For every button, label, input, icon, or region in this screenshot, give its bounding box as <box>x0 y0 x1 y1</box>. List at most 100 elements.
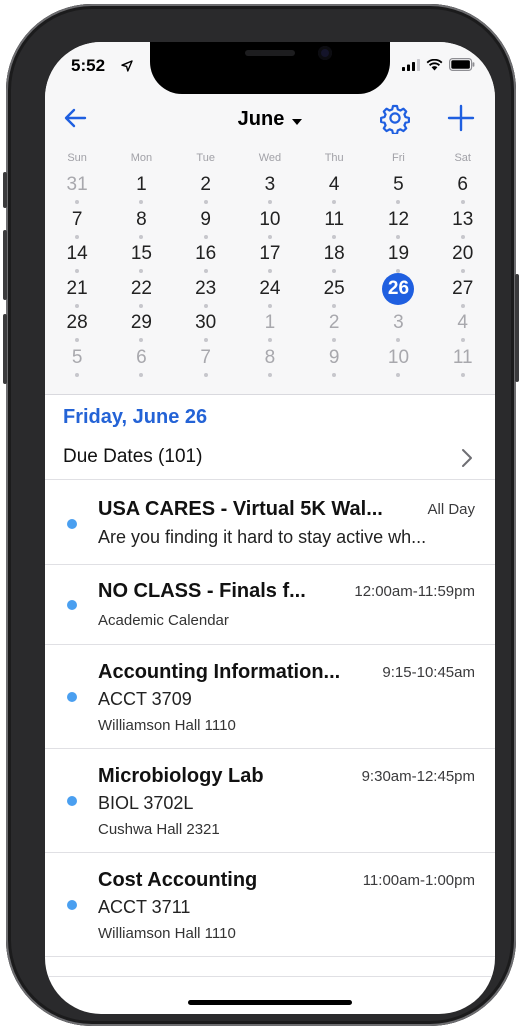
calendar-day[interactable]: 17 <box>238 238 302 274</box>
calendar-day-number: 7 <box>71 208 83 230</box>
event-list: USA CARES - Virtual 5K Wal... All Day Ar… <box>45 480 495 977</box>
weekday-label: Fri <box>392 152 405 164</box>
home-indicator[interactable] <box>188 1000 352 1005</box>
calendar-week-row: 28 29 30 1 2 3 4 <box>45 307 495 343</box>
calendar-day-number: 20 <box>452 243 474 265</box>
calendar-day[interactable]: 13 <box>431 204 495 239</box>
calendar-day[interactable]: 23 <box>174 273 238 308</box>
calendar-day[interactable]: 28 <box>45 307 109 343</box>
calendar-day[interactable]: 5 <box>366 169 430 204</box>
calendar-day[interactable]: 10 <box>366 342 430 377</box>
calendar-day[interactable]: 14 <box>45 238 109 274</box>
event-subtitle: BIOL 3702L <box>98 793 194 813</box>
event-title: Accounting Information... <box>98 661 341 683</box>
event-subtitle: Are you finding it hard to stay active w… <box>98 527 427 547</box>
calendar-day[interactable]: 3 <box>238 169 302 204</box>
calendar-day[interactable]: 20 <box>431 238 495 274</box>
event-subtitle: ACCT 3711 <box>98 897 191 917</box>
calendar-day[interactable]: 24 <box>238 273 302 308</box>
calendar-day[interactable]: 11 <box>302 204 366 239</box>
calendar-day[interactable]: 8 <box>238 342 302 377</box>
event-dot <box>67 692 77 702</box>
calendar-day[interactable]: 2 <box>302 307 366 343</box>
due-dates-row[interactable]: Due Dates (101) <box>45 434 495 480</box>
calendar-day-number: 8 <box>136 208 147 230</box>
calendar-day[interactable]: 9 <box>174 204 238 239</box>
event-item[interactable]: Accounting Information... 9:15-10:45am A… <box>45 645 495 749</box>
calendar-day[interactable]: 29 <box>109 307 173 343</box>
caret-down-icon <box>292 108 303 131</box>
calendar-day-number: 18 <box>323 243 345 265</box>
calendar-day[interactable]: 21 <box>45 273 109 308</box>
calendar-day[interactable]: 3 <box>366 307 430 343</box>
event-item-partial[interactable] <box>45 957 495 977</box>
calendar-day-number: 26 <box>382 272 415 305</box>
event-indicator-dot <box>139 373 144 377</box>
calendar-day[interactable]: 1 <box>238 307 302 343</box>
calendar-day[interactable]: 7 <box>174 342 238 377</box>
calendar-day-number: 5 <box>71 347 83 368</box>
calendar-day[interactable]: 10 <box>238 204 302 239</box>
calendar-day-number: 1 <box>136 174 147 195</box>
calendar-day[interactable]: 22 <box>109 273 173 308</box>
calendar-day-number: 9 <box>328 347 340 368</box>
calendar-day-number: 13 <box>452 208 474 230</box>
calendar-day[interactable]: 12 <box>366 204 430 239</box>
event-item[interactable]: Microbiology Lab 9:30am-12:45pm BIOL 370… <box>45 749 495 853</box>
calendar-day-number: 3 <box>264 174 276 195</box>
calendar-day[interactable]: 1 <box>109 169 173 204</box>
add-icon[interactable] <box>445 102 477 134</box>
calendar-day-number: 7 <box>200 347 211 368</box>
event-detail: Williamson Hall 1110 <box>98 925 236 942</box>
event-time: 12:00am-11:59pm <box>354 583 475 600</box>
calendar-day[interactable]: 15 <box>109 238 173 274</box>
notch <box>150 42 390 94</box>
calendar-day[interactable]: 6 <box>109 342 173 377</box>
calendar-day[interactable]: 30 <box>174 307 238 343</box>
event-dot <box>67 796 77 806</box>
calendar-day[interactable]: 27 <box>431 273 495 308</box>
calendar-day[interactable]: 6 <box>431 169 495 204</box>
calendar-day[interactable]: 2 <box>174 169 238 204</box>
calendar-day-number: 19 <box>387 243 410 265</box>
calendar-day-number: 30 <box>195 312 217 334</box>
month-selector[interactable]: June <box>45 108 495 131</box>
calendar-day[interactable]: 11 <box>431 342 495 377</box>
calendar-day[interactable]: 25 <box>302 273 366 308</box>
event-time: 11:00am-1:00pm <box>362 872 475 889</box>
gear-icon[interactable] <box>379 102 411 135</box>
event-indicator-dot <box>460 373 465 377</box>
weekday-label: Thu <box>324 152 344 164</box>
weekday-label: Sun <box>67 152 87 164</box>
battery-icon <box>449 58 475 76</box>
event-title: USA CARES - Virtual 5K Wal... <box>98 498 383 520</box>
event-item[interactable]: Cost Accounting 11:00am-1:00pm ACCT 3711… <box>45 853 495 957</box>
calendar-day[interactable]: 4 <box>431 307 495 343</box>
event-title: Microbiology Lab <box>98 765 264 787</box>
calendar-day[interactable]: 19 <box>366 238 430 274</box>
event-dot <box>67 900 77 910</box>
calendar-day[interactable]: 18 <box>302 238 366 274</box>
calendar-day-number: 10 <box>259 208 281 230</box>
event-item[interactable]: NO CLASS - Finals f... 12:00am-11:59pm A… <box>45 565 495 645</box>
calendar-day-number: 17 <box>259 243 281 265</box>
event-time: 9:30am-12:45pm <box>361 768 475 785</box>
calendar-day[interactable]: 7 <box>45 204 109 239</box>
status-indicators <box>402 58 475 76</box>
screen: 5:52 June Sun Mon Tue Wed Thu Fri Sat 31… <box>45 42 495 1014</box>
calendar-week-row: 31 1 2 3 4 5 6 <box>45 169 495 204</box>
calendar-day[interactable]: 5 <box>45 342 109 377</box>
calendar-day-number: 11 <box>452 347 473 368</box>
calendar-day-number: 31 <box>66 174 88 195</box>
calendar-day[interactable]: 31 <box>45 169 109 204</box>
phone-frame: 5:52 June Sun Mon Tue Wed Thu Fri Sat 31… <box>3 4 519 1026</box>
event-indicator-dot <box>267 373 272 377</box>
weekday-label: Wed <box>258 152 282 164</box>
navigation-bar: June <box>45 92 495 144</box>
calendar-day[interactable]: 26 <box>366 272 430 307</box>
calendar-day[interactable]: 16 <box>174 238 238 274</box>
calendar-day[interactable]: 4 <box>302 169 366 204</box>
event-item[interactable]: USA CARES - Virtual 5K Wal... All Day Ar… <box>45 480 495 565</box>
calendar-day[interactable]: 8 <box>109 204 173 239</box>
calendar-day[interactable]: 9 <box>302 342 366 377</box>
